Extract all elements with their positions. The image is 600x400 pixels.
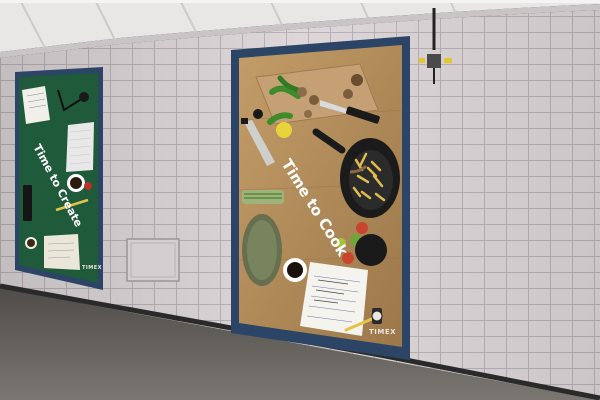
junction-box-icon [427, 54, 441, 68]
watch-icon [371, 308, 383, 324]
mushroom-icon [297, 87, 307, 97]
phone-icon [23, 185, 32, 221]
wall-vent-panel [126, 238, 180, 282]
poster-create-brand: TIMEX [82, 265, 103, 271]
poster-cook-brand: TIMEX [369, 328, 397, 336]
lemon-icon [276, 122, 292, 138]
subway-scene: Time to Create TIMEX Time to Cook TIMEX [0, 0, 600, 400]
poster-cook [231, 36, 410, 360]
